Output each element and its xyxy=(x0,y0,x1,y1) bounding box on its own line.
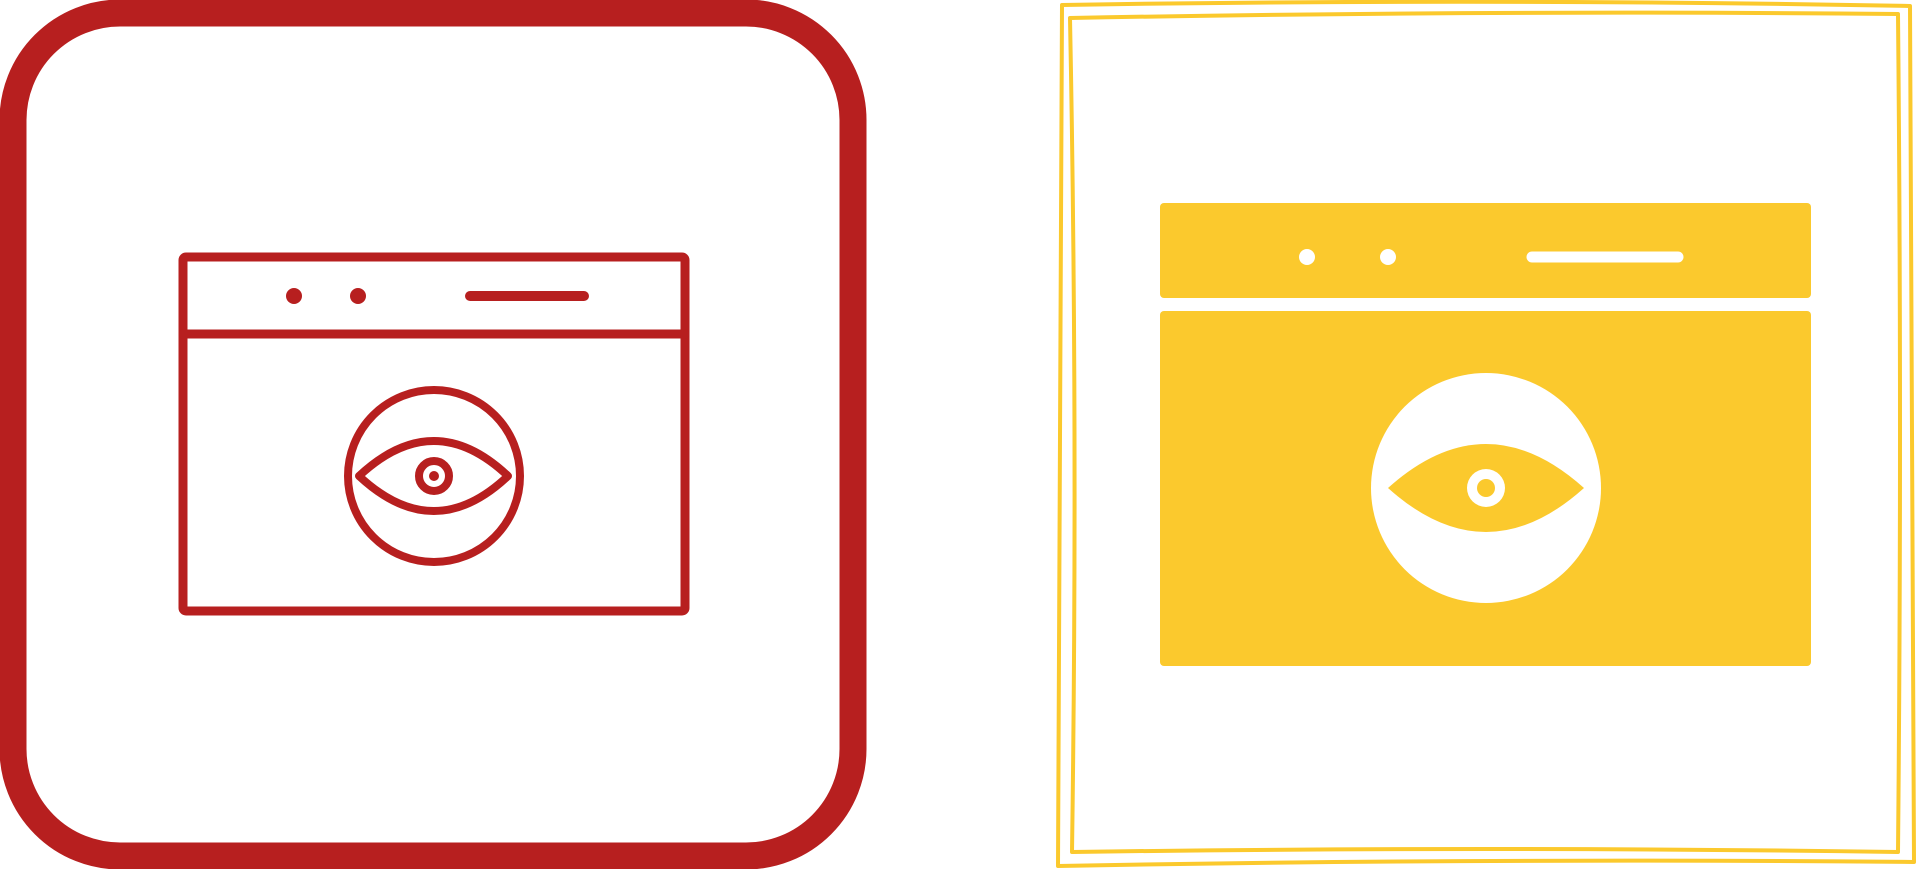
eye-pupil xyxy=(1477,479,1495,497)
browser-window-icon xyxy=(178,252,690,616)
icon-showcase xyxy=(0,0,1920,869)
window-dot-2 xyxy=(1380,249,1396,265)
window-titlebar xyxy=(1160,203,1811,298)
window-dot-1 xyxy=(286,288,302,304)
rounded-square-frame xyxy=(0,0,867,869)
window-dot-2 xyxy=(350,288,366,304)
browser-eye-outline-icon xyxy=(0,0,867,869)
icon-canvas xyxy=(0,0,1916,869)
eye-pupil xyxy=(429,471,439,481)
browser-eye-filled-icon xyxy=(1056,0,1916,868)
window-dot-1 xyxy=(1299,249,1315,265)
